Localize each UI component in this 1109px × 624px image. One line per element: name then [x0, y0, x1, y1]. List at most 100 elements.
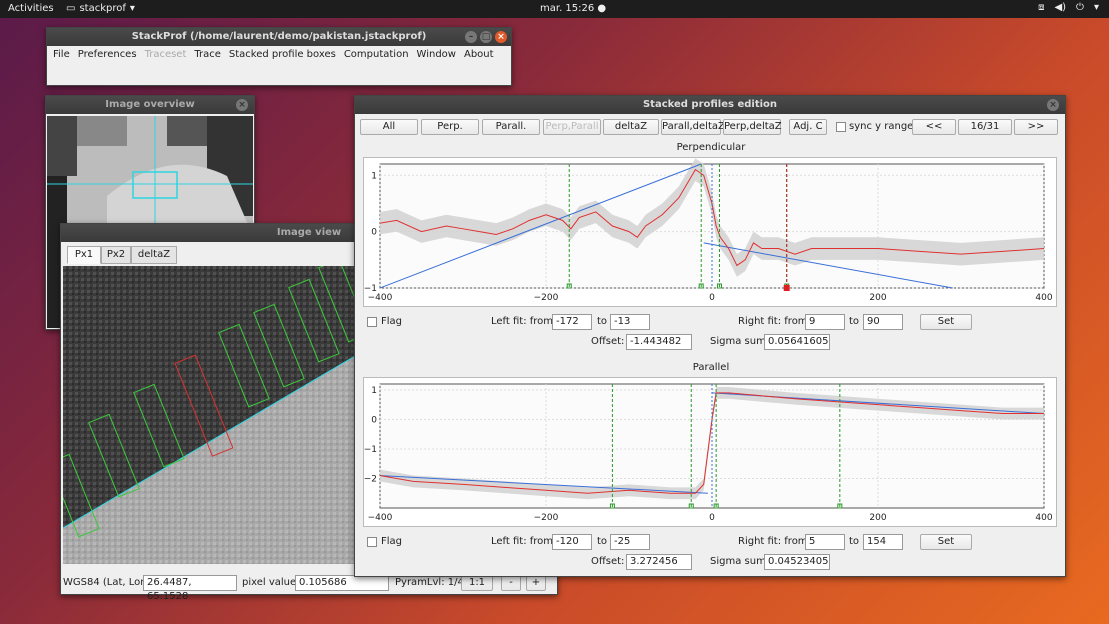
- perp-deltaz-button[interactable]: Perp,deltaZ: [723, 119, 782, 135]
- menu-about[interactable]: About: [460, 49, 498, 60]
- parall-button[interactable]: Parall.: [482, 119, 540, 135]
- perp-sigma-label: Sigma sum:: [710, 336, 770, 347]
- image-view-title: Image view: [276, 227, 342, 238]
- para-set-button[interactable]: Set: [920, 534, 972, 550]
- close-icon[interactable]: ×: [236, 99, 248, 111]
- top-bar: Activities ▭ stackprof ▾ mar. 15:26 ● ⧈ ◀) ⏻…: [0, 0, 1109, 18]
- tab-deltaz[interactable]: deltaZ: [131, 246, 177, 264]
- parall-deltaz-button[interactable]: Parall,deltaZ: [661, 119, 725, 135]
- volume-icon: ◀): [1054, 2, 1067, 13]
- stacked-profiles-window: Stacked profiles edition × All Perp. Para…: [354, 95, 1066, 577]
- para-right-from-field[interactable]: 5: [805, 534, 845, 550]
- x-tick-label: 400: [1035, 293, 1052, 303]
- zoom-out-button[interactable]: -: [501, 575, 521, 591]
- para-offset-label: Offset:: [591, 556, 625, 567]
- minimize-icon[interactable]: –: [465, 31, 477, 43]
- power-icon: ⏻: [1076, 2, 1084, 13]
- pixel-value-field[interactable]: 0.105686: [295, 575, 389, 591]
- para-left-fit-label: Left fit: from: [491, 536, 554, 547]
- activities-button[interactable]: Activities: [8, 3, 54, 14]
- sync-y-checkbox[interactable]: [836, 122, 846, 132]
- para-flag-checkbox[interactable]: [367, 537, 377, 547]
- perp-left-from-field[interactable]: -172: [552, 314, 592, 330]
- x-tick-label: 0: [709, 513, 715, 523]
- perp-flag-checkbox[interactable]: [367, 317, 377, 327]
- coord-label: WGS84 (Lat, Lon):: [63, 577, 154, 588]
- para-left-to-label: to: [597, 536, 608, 547]
- y-tick-label: 0: [371, 228, 377, 238]
- close-icon[interactable]: ×: [1047, 99, 1059, 111]
- clock-text: mar. 15:26: [540, 3, 595, 14]
- tab-px2[interactable]: Px2: [101, 246, 131, 264]
- network-icon: ⧈: [1038, 2, 1045, 13]
- page-indicator: 16/31: [958, 119, 1012, 135]
- next-button[interactable]: >>: [1014, 119, 1058, 135]
- perp-right-from-field[interactable]: 9: [805, 314, 845, 330]
- perp-left-to-label: to: [597, 316, 608, 327]
- chevron-down-icon: ▾: [129, 3, 135, 14]
- coord-field[interactable]: 26.4487, 65.1528: [143, 575, 237, 602]
- para-sigma-label: Sigma sum:: [710, 556, 770, 567]
- perp-plot-title: Perpendicular: [676, 142, 746, 153]
- app-icon: ▭: [66, 3, 76, 14]
- perp-offset-field[interactable]: -1.443482: [626, 334, 692, 350]
- adj-c-button[interactable]: Adj. C: [789, 119, 827, 135]
- menu-stacked-profile-boxes[interactable]: Stacked profile boxes: [225, 49, 340, 60]
- app-name: stackprof: [79, 3, 126, 14]
- close-icon[interactable]: ×: [495, 31, 507, 43]
- perp-parall-button: Perp,Parall: [543, 119, 601, 135]
- para-offset-field[interactable]: 3.272456: [626, 554, 692, 570]
- y-tick-label: −2: [364, 474, 377, 484]
- zoom-1-1-button[interactable]: 1:1: [461, 575, 493, 591]
- menu-computation[interactable]: Computation: [340, 49, 413, 60]
- x-tick-label: 200: [869, 293, 886, 303]
- maximize-icon[interactable]: □: [480, 31, 492, 43]
- x-tick-label: 200: [869, 513, 886, 523]
- x-tick-label: −200: [534, 293, 559, 303]
- system-tray[interactable]: ⧈ ◀) ⏻ ▾: [1038, 2, 1099, 13]
- perp-right-to-field[interactable]: 90: [863, 314, 903, 330]
- para-left-to-field[interactable]: -25: [610, 534, 650, 550]
- perp-plot[interactable]: 1 0 −1 −400 −200 0 200 400: [363, 157, 1057, 307]
- perp-right-to-label: to: [849, 316, 860, 327]
- pixel-value-label: pixel value:: [242, 577, 300, 588]
- perp-right-fit-label: Right fit: from: [738, 316, 808, 327]
- zoom-in-button[interactable]: +: [526, 575, 546, 591]
- para-plot[interactable]: 1 0 −1 −2 −400 −200 0 200 400: [363, 377, 1057, 527]
- para-right-to-field[interactable]: 154: [863, 534, 903, 550]
- perp-sigma-field[interactable]: 0.05641605: [764, 334, 830, 350]
- y-tick-label: 1: [371, 386, 377, 396]
- para-chart-svg[interactable]: 1 0 −1 −2 −400 −200 0 200 400: [364, 378, 1056, 526]
- image-overview-titlebar: Image overview ×: [46, 96, 254, 114]
- prev-button[interactable]: <<: [912, 119, 956, 135]
- main-window-titlebar: StackProf (/home/laurent/demo/pakistan.j…: [47, 28, 511, 46]
- para-sigma-field[interactable]: 0.04523405: [764, 554, 830, 570]
- perp-chart-svg[interactable]: 10−1−400 −200 0 200 400: [364, 158, 1056, 306]
- para-left-from-field[interactable]: -120: [552, 534, 592, 550]
- x-tick-label: −400: [368, 513, 393, 523]
- para-plot-title: Parallel: [692, 362, 730, 373]
- menu-trace[interactable]: Trace: [190, 49, 225, 60]
- x-tick-label: −200: [534, 513, 559, 523]
- all-button[interactable]: All: [360, 119, 418, 135]
- x-tick-label: −400: [368, 293, 393, 303]
- x-tick-label: 0: [709, 293, 715, 303]
- chevron-down-icon: ▾: [1093, 2, 1099, 13]
- menu-window[interactable]: Window: [413, 49, 460, 60]
- para-right-fit-label: Right fit: from: [738, 536, 808, 547]
- image-canvas[interactable]: [63, 266, 355, 564]
- perp-left-to-field[interactable]: -13: [610, 314, 650, 330]
- menu-preferences[interactable]: Preferences: [74, 49, 141, 60]
- clock[interactable]: mar. 15:26 ●: [540, 3, 606, 14]
- deltaz-button[interactable]: deltaZ: [603, 119, 659, 135]
- perp-flag-label: Flag: [381, 316, 403, 327]
- app-menu[interactable]: ▭ stackprof ▾: [66, 3, 135, 14]
- stacked-profiles-title: Stacked profiles edition: [642, 99, 778, 110]
- perp-set-button[interactable]: Set: [920, 314, 972, 330]
- main-window: StackProf (/home/laurent/demo/pakistan.j…: [46, 27, 512, 86]
- perp-button[interactable]: Perp.: [421, 119, 479, 135]
- menu-file[interactable]: File: [49, 49, 74, 60]
- x-tick-label: 400: [1035, 513, 1052, 523]
- sync-y-label: sync y range: [849, 121, 914, 132]
- tab-px1[interactable]: Px1: [67, 246, 101, 264]
